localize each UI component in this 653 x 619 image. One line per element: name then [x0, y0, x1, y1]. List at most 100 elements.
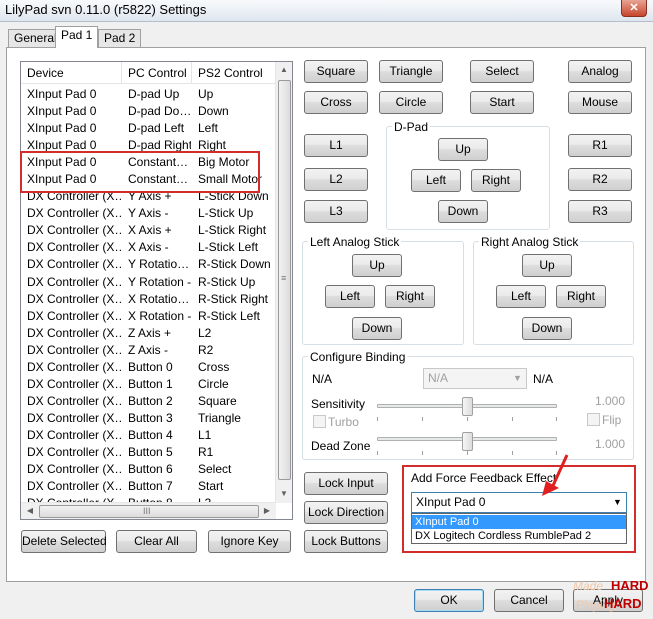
dpad-up-button[interactable]: Up: [438, 138, 488, 161]
ignore-key-button[interactable]: Ignore Key: [208, 530, 291, 553]
vertical-scroll-thumb[interactable]: ≡: [278, 80, 291, 480]
tab-pad-1[interactable]: Pad 1: [55, 26, 99, 48]
lock-direction-button[interactable]: Lock Direction: [304, 501, 388, 524]
left-stick-up-button[interactable]: Up: [352, 254, 402, 277]
ps2-control-cell: L-Stick Left: [198, 240, 259, 255]
circle-button[interactable]: Circle: [379, 91, 443, 114]
select-button[interactable]: Select: [470, 60, 534, 83]
pc-control-cell: Y Axis -: [128, 206, 169, 221]
r2-button[interactable]: R2: [568, 168, 632, 191]
device-cell: DX Controller (X…: [27, 223, 123, 238]
dpad-left-button[interactable]: Left: [411, 169, 461, 192]
table-row[interactable]: DX Controller (X… Button 5 R1: [21, 444, 276, 461]
right-stick-down-button[interactable]: Down: [522, 317, 572, 340]
bindings-list[interactable]: Device PC Control PS2 Control XInput Pad…: [20, 61, 293, 520]
grip-icon: III: [143, 506, 151, 516]
dpad-down-button[interactable]: Down: [438, 200, 488, 223]
dropdown-option[interactable]: DX Logitech Cordless RumblePad 2: [412, 529, 626, 543]
table-row[interactable]: DX Controller (X… Button 4 L1: [21, 427, 276, 444]
scroll-right-icon[interactable]: ▶: [259, 506, 275, 515]
pc-control-cell: Y Rotatio…: [128, 257, 190, 272]
table-row[interactable]: DX Controller (X… X Rotation - R-Stick Lef…: [21, 308, 276, 325]
table-row[interactable]: DX Controller (X… X Rotatio… R-Stick Right: [21, 291, 276, 308]
tick: [377, 417, 378, 421]
triangle-button[interactable]: Triangle: [379, 60, 443, 83]
start-button[interactable]: Start: [470, 91, 534, 114]
table-row[interactable]: DX Controller (X… Y Rotatio… R-Stick Down: [21, 256, 276, 273]
table-row[interactable]: DX Controller (X… Button 6 Select: [21, 461, 276, 478]
ok-button[interactable]: OK: [414, 589, 484, 612]
watermark-faint-text: Made: [573, 579, 604, 593]
dropdown-option[interactable]: XInput Pad 0: [412, 515, 626, 529]
arrow-shaft: [549, 454, 569, 491]
l2-button[interactable]: L2: [304, 168, 368, 191]
close-button[interactable]: ✕: [621, 0, 647, 17]
dead-zone-slider-thumb[interactable]: [461, 432, 473, 451]
ps2-control-cell: Circle: [198, 376, 229, 391]
flip-checkbox[interactable]: [587, 413, 600, 426]
column-header-device[interactable]: Device: [21, 62, 122, 84]
tick: [422, 417, 423, 421]
dpad-right-button[interactable]: Right: [471, 169, 521, 192]
table-row[interactable]: DX Controller (X… Button 2 Square: [21, 393, 276, 410]
sensitivity-slider-thumb[interactable]: [461, 397, 473, 416]
r1-button[interactable]: R1: [568, 134, 632, 157]
sensitivity-value: 1.000: [595, 394, 626, 408]
table-row[interactable]: XInput Pad 0 D-pad Left Left: [21, 120, 276, 137]
table-row[interactable]: DX Controller (X… Button 7 Start: [21, 478, 276, 495]
pc-control-cell: Z Axis -: [128, 342, 169, 357]
table-row[interactable]: DX Controller (X… Z Axis - R2: [21, 342, 276, 359]
lock-buttons-button[interactable]: Lock Buttons: [304, 530, 388, 553]
right-stick-up-button[interactable]: Up: [522, 254, 572, 277]
binding-axis-value: N/A: [428, 371, 449, 385]
force-feedback-device-combo[interactable]: XInput Pad 0 ▼: [411, 492, 627, 513]
square-button[interactable]: Square: [304, 60, 368, 83]
tab-pad-2[interactable]: Pad 2: [98, 29, 142, 47]
table-row[interactable]: DX Controller (X… Button 0 Cross: [21, 359, 276, 376]
pc-control-cell: Button 3: [128, 410, 173, 425]
column-header-pc-control[interactable]: PC Control: [122, 62, 192, 84]
turbo-label: Turbo: [328, 415, 359, 429]
table-row[interactable]: DX Controller (X… Button 3 Triangle: [21, 410, 276, 427]
column-header-ps2-control[interactable]: PS2 Control: [192, 62, 276, 84]
delete-selected-button[interactable]: Delete Selected: [21, 530, 107, 553]
scroll-up-icon[interactable]: ▲: [276, 65, 292, 74]
left-stick-left-button[interactable]: Left: [325, 285, 375, 308]
binding-source-label: N/A: [312, 372, 333, 386]
window-title: LilyPad svn 0.11.0 (r5822) Settings: [5, 2, 207, 17]
ps2-control-cell: Start: [198, 479, 224, 494]
right-stick-left-button[interactable]: Left: [496, 285, 546, 308]
vertical-scrollbar[interactable]: ▲ ≡ ▼: [275, 62, 292, 503]
left-stick-down-button[interactable]: Down: [352, 317, 402, 340]
device-cell: DX Controller (X…: [27, 427, 123, 442]
table-row[interactable]: XInput Pad 0 D-pad Up Up: [21, 86, 276, 103]
table-row[interactable]: DX Controller (X… X Axis + L-Stick Right: [21, 222, 276, 239]
table-row[interactable]: DX Controller (X… Y Rotation - R-Stick Up: [21, 274, 276, 291]
mouse-button[interactable]: Mouse: [568, 91, 632, 114]
l3-button[interactable]: L3: [304, 200, 368, 223]
table-row[interactable]: DX Controller (X… X Axis - L-Stick Left: [21, 239, 276, 256]
scroll-left-icon[interactable]: ◀: [22, 506, 38, 515]
table-row[interactable]: DX Controller (X… Z Axis + L2: [21, 325, 276, 342]
right-stick-right-button[interactable]: Right: [556, 285, 606, 308]
horizontal-scroll-thumb[interactable]: III: [39, 505, 259, 518]
cancel-button[interactable]: Cancel: [494, 589, 564, 612]
left-stick-right-button[interactable]: Right: [385, 285, 435, 308]
configure-binding-label: Configure Binding: [308, 350, 408, 364]
r3-button[interactable]: R3: [568, 200, 632, 223]
table-row[interactable]: DX Controller (X… Button 1 Circle: [21, 376, 276, 393]
cross-button[interactable]: Cross: [304, 91, 368, 114]
clear-all-button[interactable]: Clear All: [116, 530, 197, 553]
l1-button[interactable]: L1: [304, 134, 368, 157]
analog-button[interactable]: Analog: [568, 60, 632, 83]
table-row[interactable]: XInput Pad 0 D-pad Do… Down: [21, 103, 276, 120]
horizontal-scrollbar[interactable]: ◀ III ▶: [21, 502, 276, 519]
chevron-down-icon: ▼: [513, 373, 522, 383]
lock-input-button[interactable]: Lock Input: [304, 472, 388, 495]
turbo-checkbox[interactable]: [313, 415, 326, 428]
scroll-down-icon[interactable]: ▼: [276, 489, 292, 498]
table-row[interactable]: DX Controller (X… Y Axis - L-Stick Up: [21, 205, 276, 222]
device-cell: DX Controller (X…: [27, 274, 123, 289]
force-feedback-dropdown-list[interactable]: XInput Pad 0 DX Logitech Cordless Rumble…: [411, 513, 627, 544]
device-cell: DX Controller (X…: [27, 410, 123, 425]
